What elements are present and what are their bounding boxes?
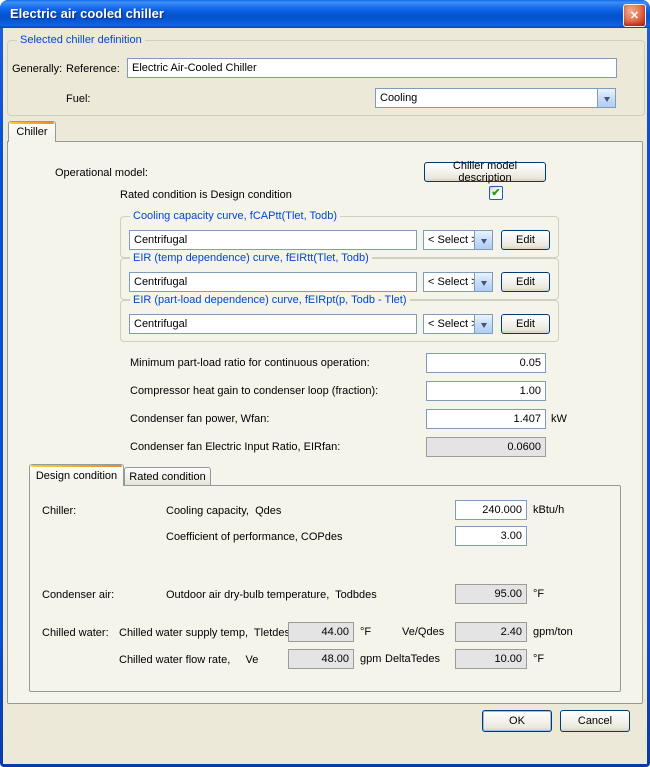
select-value: < Select > (424, 318, 474, 330)
cooling-capacity-curve-group-label: Cooling capacity curve, fCAPtt(Tlet, Tod… (130, 210, 340, 223)
kbtu-unit-label: kBtu/h (533, 504, 564, 517)
compressor-gain-label: Compressor heat gain to condenser loop (… (130, 385, 378, 398)
ve-qdes-readonly-field (455, 622, 527, 642)
cop-input[interactable] (455, 526, 527, 546)
tab-rated-condition[interactable]: Rated condition (124, 467, 211, 485)
ok-button[interactable]: OK (482, 710, 552, 732)
generally-label: Generally: (12, 63, 62, 76)
tab-chiller[interactable]: Chiller (8, 121, 56, 142)
ve-qdes-unit-label: gpm/ton (533, 626, 573, 639)
cooling-capacity-curve-input[interactable] (129, 230, 417, 250)
eir-partload-curve-group-label: EIR (part-load dependence) curve, fEIRpt… (130, 294, 410, 307)
supply-temp-readonly-field (288, 622, 354, 642)
min-plr-label: Minimum part-load ratio for continuous o… (130, 357, 370, 370)
fuel-selected-value: Cooling (376, 92, 597, 104)
dialog-window: Electric air cooled chiller ✕ Selected c… (0, 0, 650, 767)
eir-partload-curve-input[interactable] (129, 314, 417, 334)
rated-condition-checkbox[interactable]: ✔ (489, 186, 503, 200)
flow-rate-unit-label: gpm (360, 653, 381, 666)
compressor-gain-input[interactable] (426, 381, 546, 401)
operational-model-label: Operational model: (55, 167, 148, 180)
delta-readonly-field (455, 649, 527, 669)
select-value: < Select > (424, 276, 474, 288)
cop-label: Coefficient of performance, COPdes (166, 531, 343, 544)
fan-eir-readonly-field (426, 437, 546, 457)
odb-unit-label: °F (533, 588, 544, 601)
flow-rate-label: Chilled water flow rate, Ve (119, 654, 258, 667)
ve-qdes-label: Ve/Qdes (402, 626, 444, 639)
eir-partload-curve-select[interactable]: < Select > (423, 314, 493, 334)
odb-label: Outdoor air dry-bulb temperature, Todbde… (166, 589, 377, 602)
odb-readonly-field (455, 584, 527, 604)
tab-design-condition[interactable]: Design condition (29, 464, 124, 486)
cooling-capacity-curve-edit-button[interactable]: Edit (501, 230, 550, 250)
cooling-capacity-curve-select[interactable]: < Select > (423, 230, 493, 250)
cancel-button[interactable]: Cancel (560, 710, 630, 732)
eir-partload-curve-group: EIR (part-load dependence) curve, fEIRpt… (120, 300, 559, 342)
close-button[interactable]: ✕ (623, 4, 646, 27)
fan-power-input[interactable] (426, 409, 546, 429)
rated-condition-label: Rated condition is Design condition (120, 189, 292, 202)
chevron-down-icon (474, 315, 492, 333)
select-value: < Select > (424, 234, 474, 246)
supply-temp-unit-label: °F (360, 626, 371, 639)
checkmark-icon: ✔ (491, 188, 500, 199)
fan-power-label: Condenser fan power, Wfan: (130, 413, 269, 426)
eir-temp-curve-select[interactable]: < Select > (423, 272, 493, 292)
tab-design-condition-label: Design condition (36, 470, 117, 482)
reference-label: Reference: (66, 63, 120, 76)
fan-eir-label: Condenser fan Electric Input Ratio, EIRf… (130, 441, 340, 454)
delta-unit-label: °F (533, 653, 544, 666)
flow-rate-readonly-field (288, 649, 354, 669)
chilled-water-section-label: Chilled water: (42, 627, 109, 640)
eir-temp-curve-input[interactable] (129, 272, 417, 292)
eir-partload-curve-edit-button[interactable]: Edit (501, 314, 550, 334)
delta-label: DeltaTedes (385, 653, 440, 666)
eir-temp-curve-group-label: EIR (temp dependence) curve, fEIRtt(Tlet… (130, 252, 372, 265)
supply-temp-label: Chilled water supply temp, Tletdes (119, 627, 290, 640)
chiller-section-label: Chiller: (42, 505, 76, 518)
definition-group-label: Selected chiller definition (17, 34, 145, 47)
kw-unit-label: kW (551, 413, 567, 426)
tab-rated-condition-label: Rated condition (129, 471, 205, 483)
title-bar: Electric air cooled chiller ✕ (0, 0, 650, 28)
chevron-down-icon (597, 89, 615, 107)
chiller-model-description-button[interactable]: Chiller model description (424, 162, 546, 182)
fuel-label: Fuel: (66, 93, 90, 106)
window-title: Electric air cooled chiller (10, 6, 164, 21)
reference-input[interactable] (127, 58, 617, 78)
close-icon: ✕ (630, 9, 639, 22)
cooling-capacity-label: Cooling capacity, Qdes (166, 505, 281, 518)
min-plr-input[interactable] (426, 353, 546, 373)
cooling-capacity-input[interactable] (455, 500, 527, 520)
chevron-down-icon (474, 231, 492, 249)
fuel-select[interactable]: Cooling (375, 88, 616, 108)
chevron-down-icon (474, 273, 492, 291)
condenser-air-section-label: Condenser air: (42, 589, 114, 602)
eir-temp-curve-edit-button[interactable]: Edit (501, 272, 550, 292)
tab-chiller-label: Chiller (16, 126, 47, 138)
